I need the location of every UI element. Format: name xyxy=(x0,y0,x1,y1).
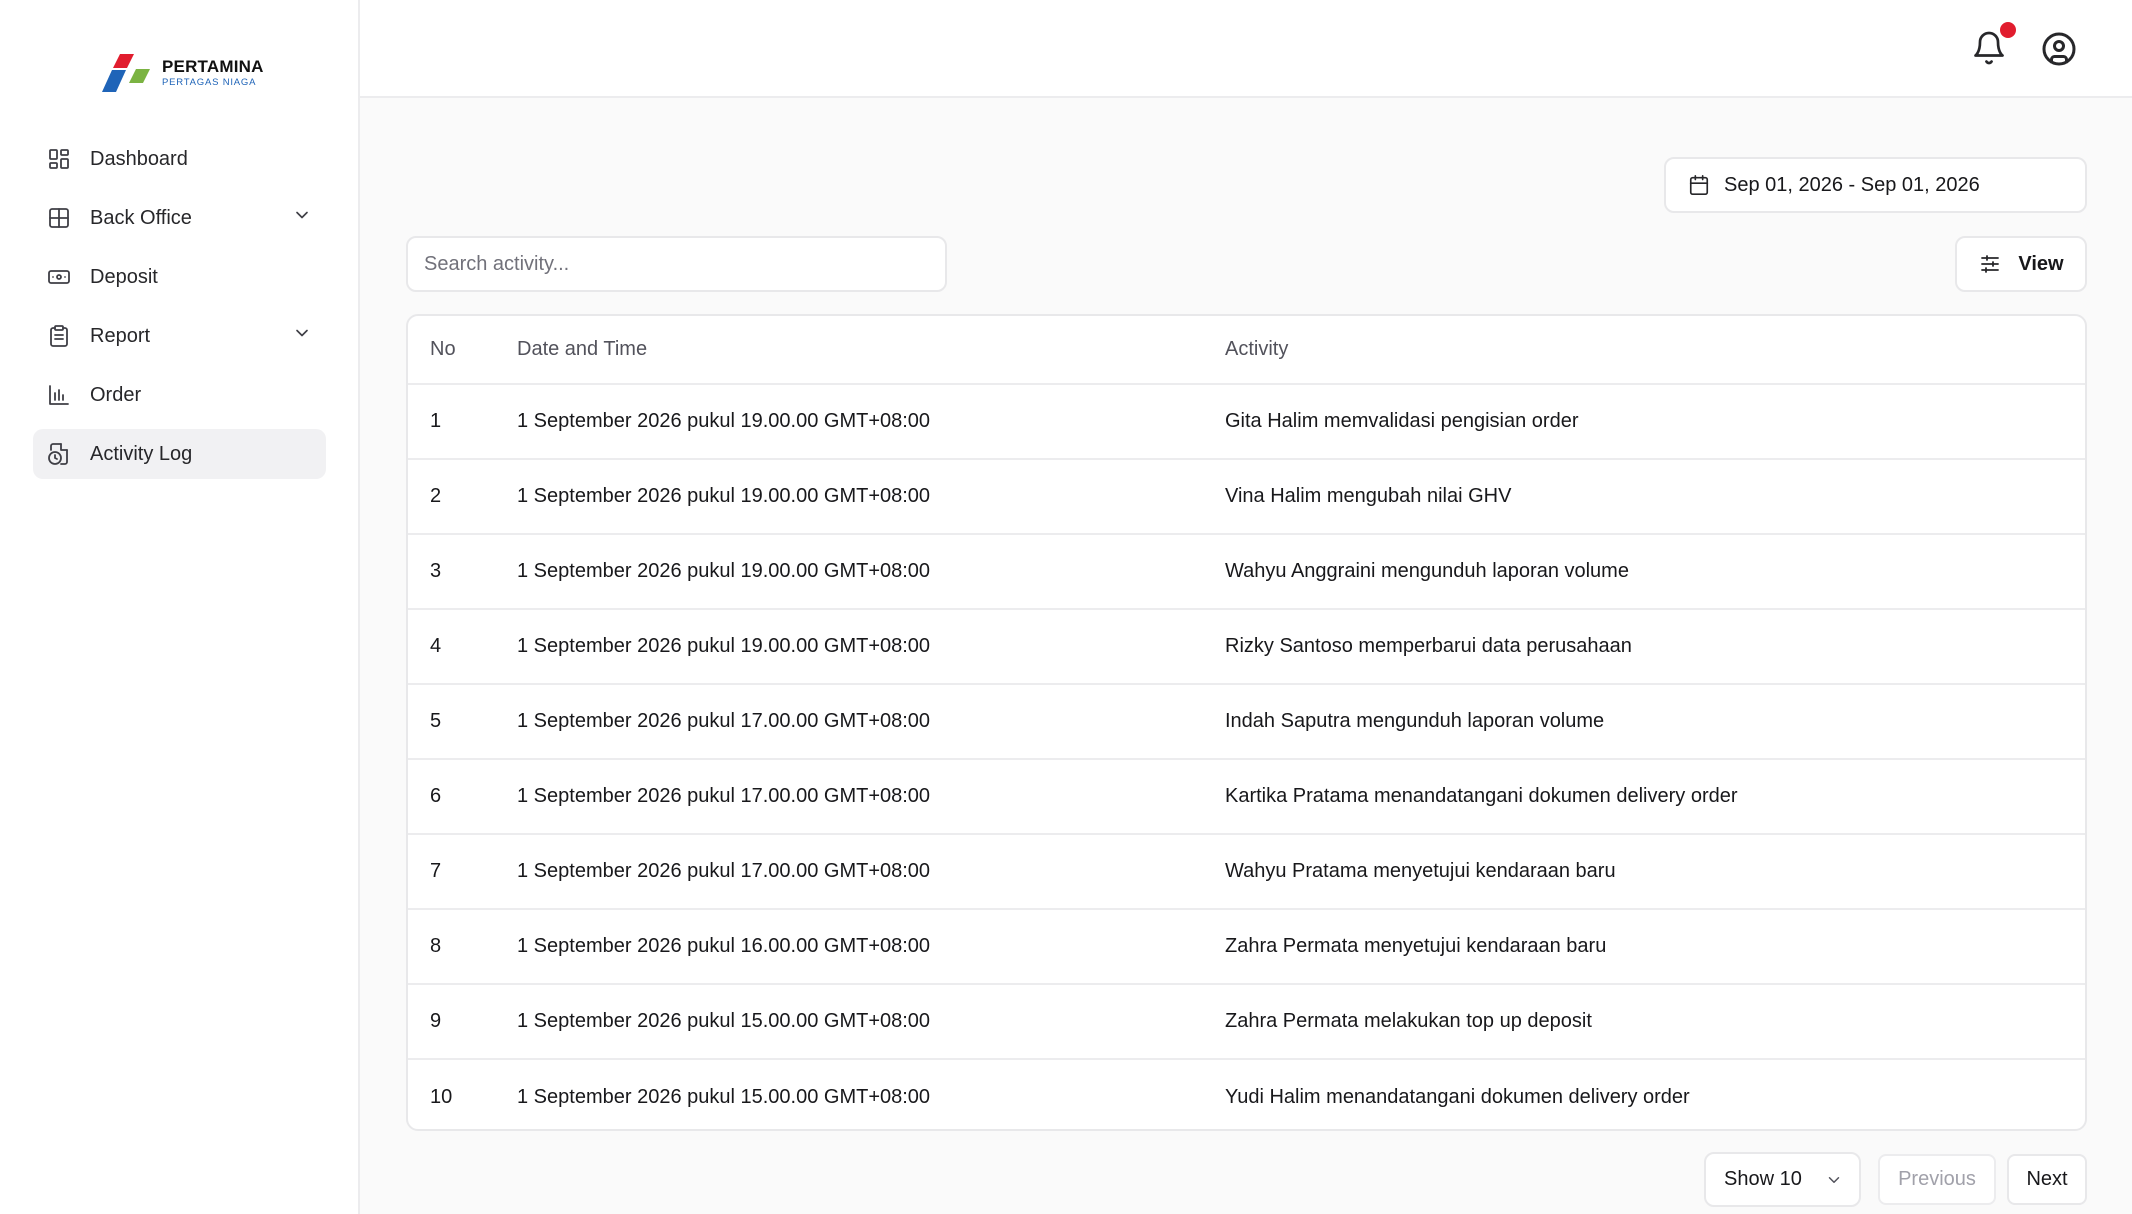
date-range-value: Sep 01, 2026 - Sep 01, 2026 xyxy=(1724,173,1980,196)
pertamina-logo-mark-icon xyxy=(102,54,150,92)
chevron-down-icon[interactable] xyxy=(292,205,312,231)
table-row[interactable]: 1 1 September 2026 pukul 19.00.00 GMT+08… xyxy=(408,384,2085,460)
column-header-activity[interactable]: Activity xyxy=(1224,316,2085,385)
brand-subtitle: PERTAGAS NIAGA xyxy=(162,77,257,89)
clipboard-icon xyxy=(47,324,71,348)
cell-no: 10 xyxy=(430,1085,453,1108)
cell-no: 2 xyxy=(408,459,515,535)
sidebar-item-dashboard[interactable]: Dashboard xyxy=(33,134,326,184)
notification-dot xyxy=(2000,22,2016,38)
dashboard-icon xyxy=(47,147,71,171)
table-row[interactable]: 5 1 September 2026 pukul 17.00.00 GMT+08… xyxy=(408,684,2085,760)
cell-no: 4 xyxy=(408,609,515,685)
top-header xyxy=(360,0,2132,98)
sidebar-item-label: Deposit xyxy=(90,265,158,288)
banknote-icon xyxy=(47,265,71,289)
cell-activity: Yudi Halim menandatangani dokumen delive… xyxy=(1225,1085,1690,1108)
next-button-label: Next xyxy=(2026,1168,2068,1190)
chevron-down-icon xyxy=(1828,1177,1840,1183)
sidebar-item-back-office[interactable]: Back Office xyxy=(33,193,326,243)
view-button-label: View xyxy=(2018,252,2064,275)
sidebar-nav: Dashboard Back Office Deposit Report Ord… xyxy=(33,134,326,488)
table-row[interactable]: 3 1 September 2026 pukul 19.00.00 GMT+08… xyxy=(408,534,2085,610)
sidebar-item-label: Back Office xyxy=(90,206,192,229)
cell-no: 8 xyxy=(408,909,515,985)
table-header-row: No Date and Time Activity xyxy=(408,316,2085,385)
view-options-button[interactable]: View xyxy=(1955,236,2087,292)
activity-table: No Date and Time Activity 1 1 September … xyxy=(406,314,2087,1131)
sidebar-item-label: Dashboard xyxy=(90,147,188,170)
brand-name: PERTAMINA xyxy=(162,57,264,77)
sidebar-item-label: Report xyxy=(90,324,151,347)
file-clock-icon xyxy=(47,442,71,466)
search-input[interactable] xyxy=(406,236,947,292)
sidebar-item-label: Order xyxy=(90,383,142,406)
cell-no: 5 xyxy=(408,684,515,760)
cell-no: 7 xyxy=(408,834,515,910)
table-row[interactable]: 8 1 September 2026 pukul 16.00.00 GMT+08… xyxy=(408,909,2085,985)
cell-date-time: 1 September 2026 pukul 19.00.00 GMT+08:0… xyxy=(515,609,1224,685)
cell-activity: Wahyu Pratama menyetujui kendaraan baru xyxy=(1224,834,2085,910)
table-row[interactable]: 10 1 September 2026 pukul 15.00.00 GMT+0… xyxy=(408,1059,2085,1129)
cell-date-time: 1 September 2026 pukul 19.00.00 GMT+08:0… xyxy=(515,534,1224,610)
cell-activity: Wahyu Anggraini mengunduh laporan volume xyxy=(1224,534,2085,610)
column-header-no[interactable]: No xyxy=(408,316,515,385)
sliders-icon xyxy=(1981,255,2000,273)
sidebar-item-deposit[interactable]: Deposit xyxy=(33,252,326,302)
cell-date-time: 1 September 2026 pukul 17.00.00 GMT+08:0… xyxy=(515,684,1224,760)
cell-activity: Zahra Permata menyetujui kendaraan baru xyxy=(1224,909,2085,985)
cell-date-time: 1 September 2026 pukul 17.00.00 GMT+08:0… xyxy=(515,759,1224,835)
previous-page-button[interactable]: Previous xyxy=(1878,1154,1996,1205)
user-circle-icon[interactable] xyxy=(2041,31,2077,67)
table-row[interactable]: 6 1 September 2026 pukul 17.00.00 GMT+08… xyxy=(408,759,2085,835)
cell-activity: Vina Halim mengubah nilai GHV xyxy=(1224,459,2085,535)
grid-icon xyxy=(47,206,71,230)
column-header-date-time[interactable]: Date and Time xyxy=(515,316,1224,385)
cell-no: 6 xyxy=(408,759,515,835)
cell-activity: Kartika Pratama menandatangani dokumen d… xyxy=(1224,759,2085,835)
cell-date-time: 1 September 2026 pukul 15.00.00 GMT+08:0… xyxy=(517,1085,931,1108)
sidebar-item-order[interactable]: Order xyxy=(33,370,326,420)
page-size-value: Show 10 xyxy=(1724,1168,1802,1190)
next-page-button[interactable]: Next xyxy=(2007,1154,2087,1205)
cell-date-time: 1 September 2026 pukul 17.00.00 GMT+08:0… xyxy=(515,834,1224,910)
date-range-picker[interactable]: Sep 01, 2026 - Sep 01, 2026 xyxy=(1664,157,2087,213)
table-row[interactable]: 9 1 September 2026 pukul 15.00.00 GMT+08… xyxy=(408,984,2085,1060)
cell-no: 3 xyxy=(408,534,515,610)
previous-button-label: Previous xyxy=(1898,1168,1976,1190)
bar-chart-icon xyxy=(47,383,71,407)
chevron-down-icon[interactable] xyxy=(292,323,312,349)
table-row[interactable]: 2 1 September 2026 pukul 19.00.00 GMT+08… xyxy=(408,459,2085,535)
cell-date-time: 1 September 2026 pukul 15.00.00 GMT+08:0… xyxy=(515,984,1224,1060)
calendar-icon xyxy=(1689,175,1709,195)
sidebar-item-report[interactable]: Report xyxy=(33,311,326,361)
cell-date-time: 1 September 2026 pukul 19.00.00 GMT+08:0… xyxy=(515,384,1224,460)
cell-activity: Indah Saputra mengunduh laporan volume xyxy=(1224,684,2085,760)
cell-date-time: 1 September 2026 pukul 16.00.00 GMT+08:0… xyxy=(515,909,1224,985)
sidebar-item-activity-log[interactable]: Activity Log xyxy=(33,429,326,479)
pertamina-logo[interactable]: PERTAMINA PERTAGAS NIAGA xyxy=(100,50,264,96)
page-size-select[interactable]: Show 10 xyxy=(1704,1152,1861,1207)
cell-activity: Zahra Permata melakukan top up deposit xyxy=(1224,984,2085,1060)
cell-no: 9 xyxy=(408,984,515,1060)
sidebar-item-label: Activity Log xyxy=(90,442,193,465)
cell-activity: Rizky Santoso memperbarui data perusahaa… xyxy=(1224,609,2085,685)
cell-activity: Gita Halim memvalidasi pengisian order xyxy=(1224,384,2085,460)
table-row[interactable]: 7 1 September 2026 pukul 17.00.00 GMT+08… xyxy=(408,834,2085,910)
cell-no: 1 xyxy=(408,384,515,460)
cell-date-time: 1 September 2026 pukul 19.00.00 GMT+08:0… xyxy=(515,459,1224,535)
sidebar: PERTAMINA PERTAGAS NIAGA Dashboard Back … xyxy=(0,0,360,1214)
table-row[interactable]: 4 1 September 2026 pukul 19.00.00 GMT+08… xyxy=(408,609,2085,685)
